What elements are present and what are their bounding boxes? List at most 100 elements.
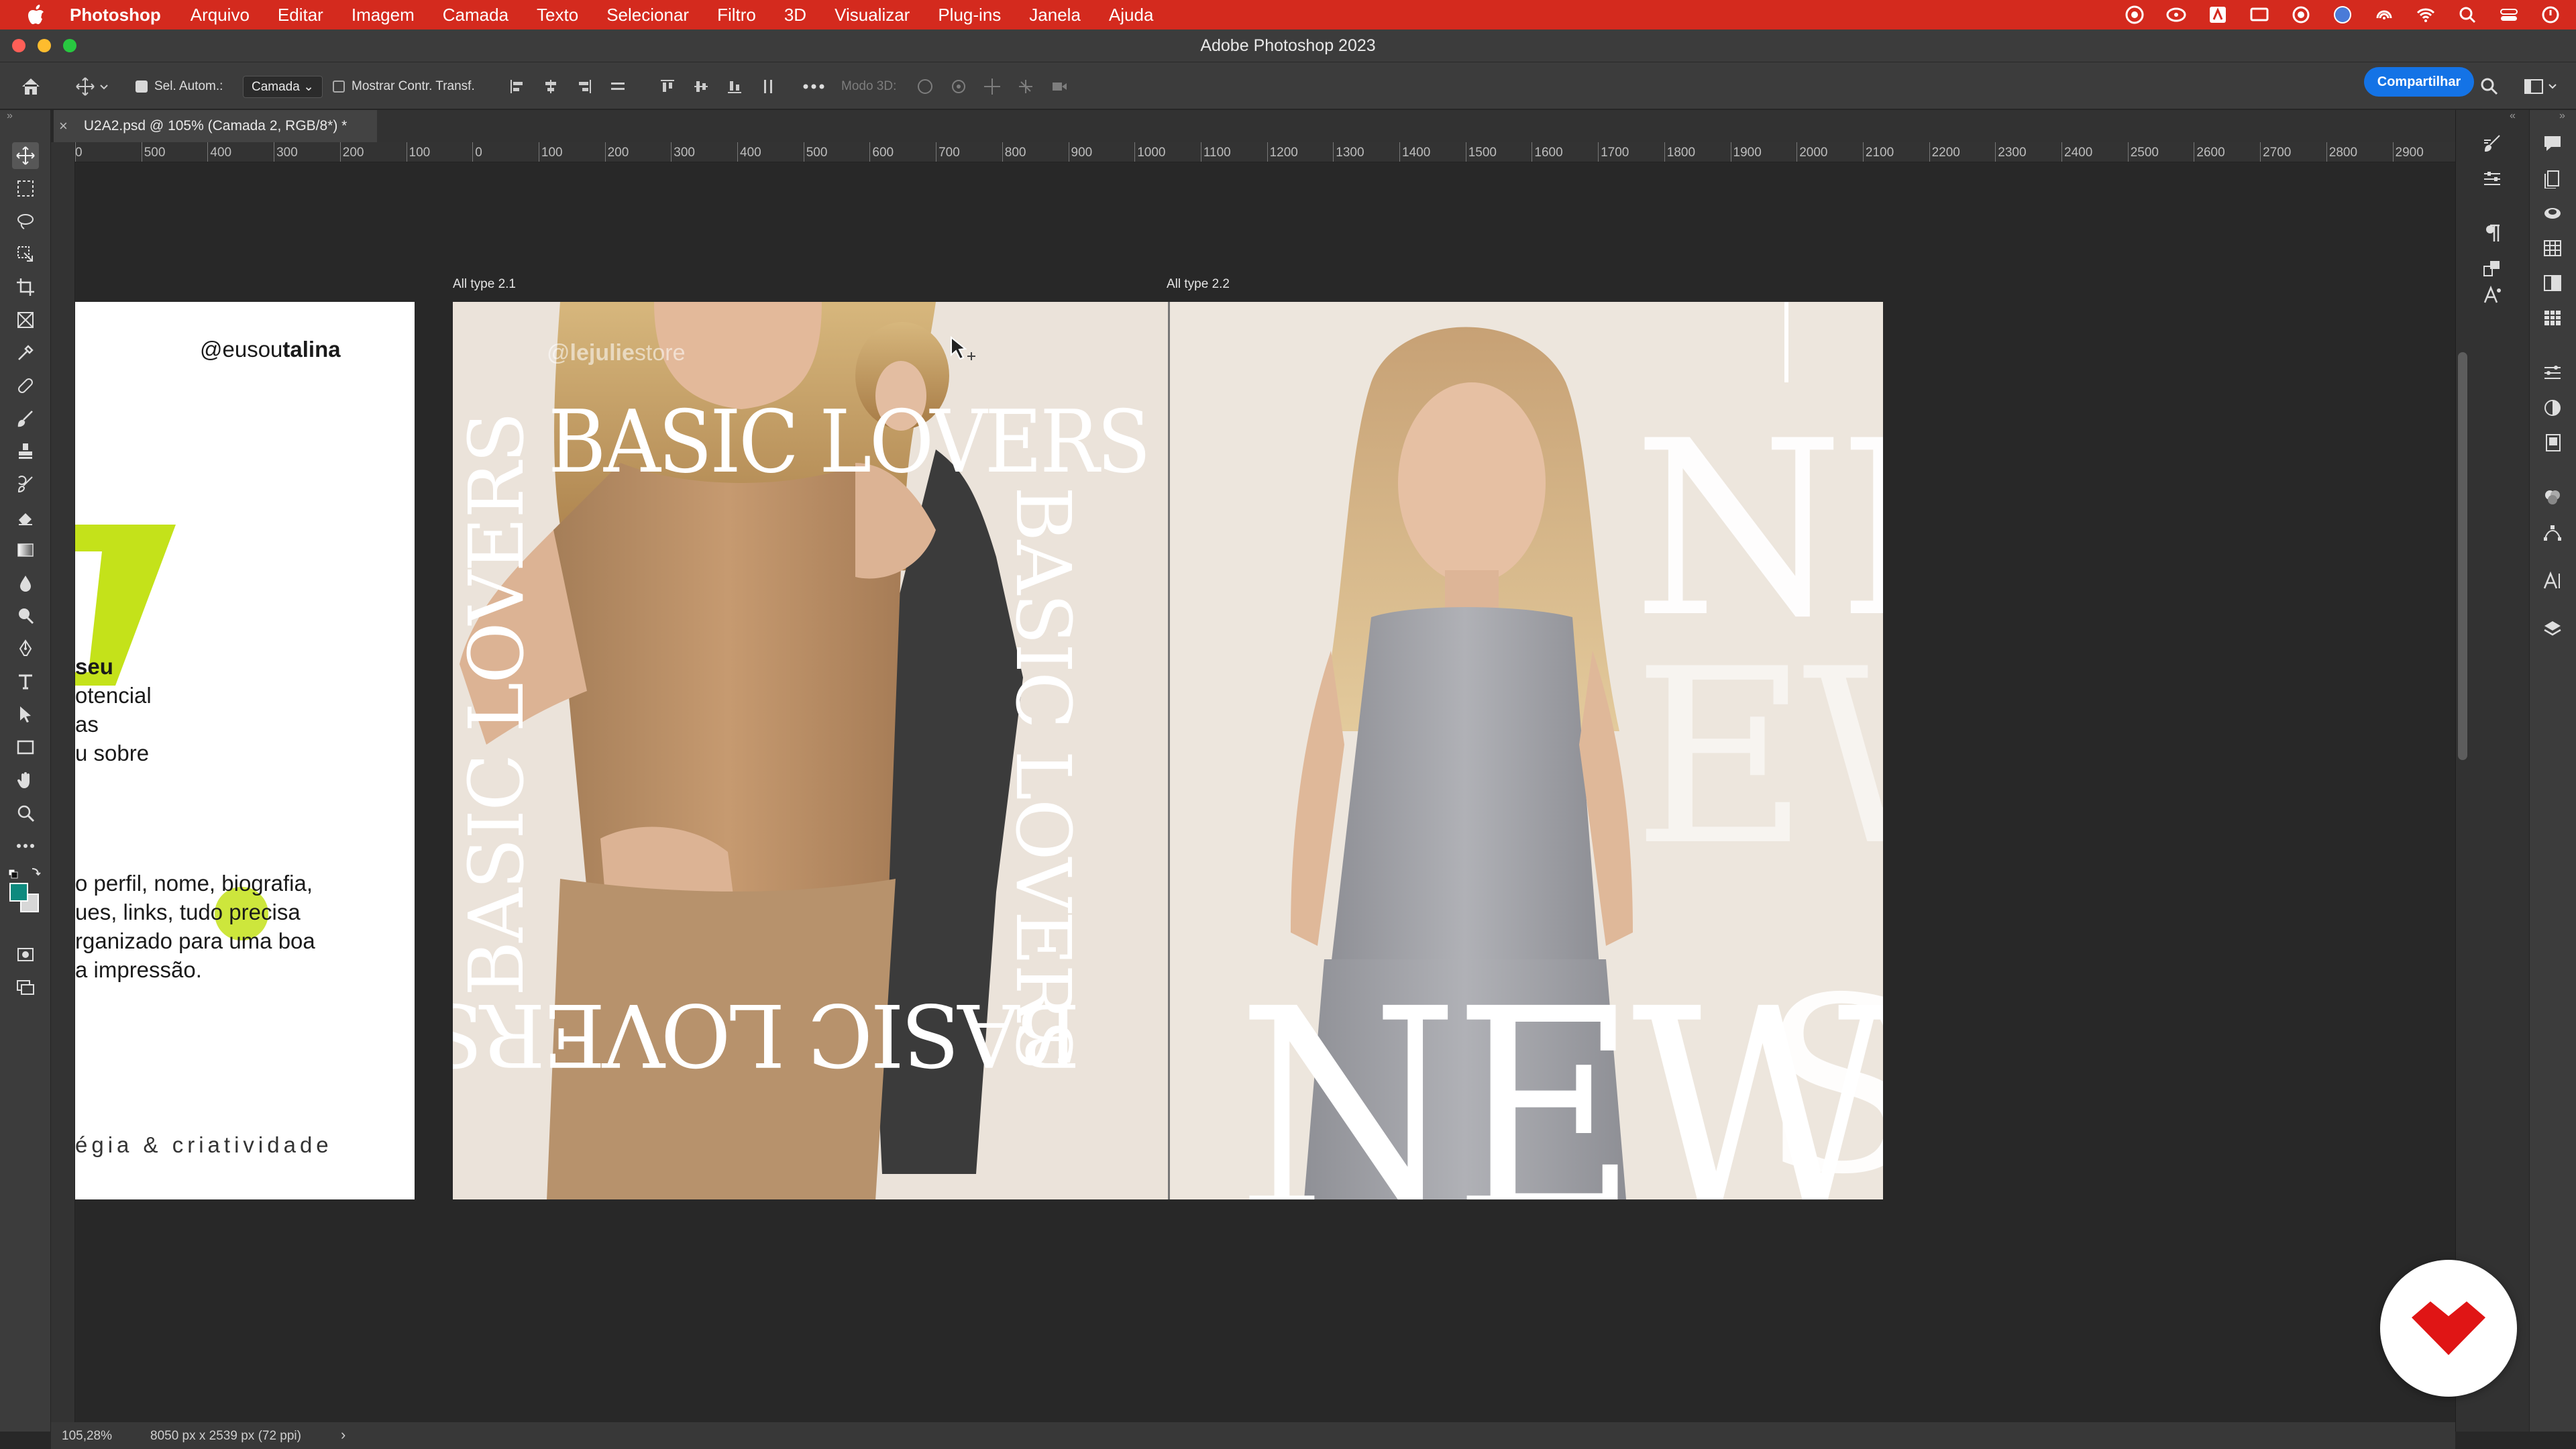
collapse-panel-icon[interactable]: » xyxy=(7,110,13,122)
menu-texto[interactable]: Texto xyxy=(537,5,578,25)
move-tool-icon[interactable] xyxy=(12,142,39,169)
align-right-icon[interactable] xyxy=(574,76,594,97)
workspace-icon[interactable] xyxy=(2524,74,2561,99)
swatches-icon[interactable] xyxy=(2539,305,2566,331)
pan-3d-icon[interactable] xyxy=(982,76,1002,97)
show-transform-controls-checkbox[interactable]: Mostrar Contr. Transf. xyxy=(333,74,475,99)
spotlight-search-icon[interactable] xyxy=(2455,3,2479,27)
character-styles-icon[interactable] xyxy=(2479,282,2506,309)
properties-icon[interactable] xyxy=(2539,360,2566,386)
color-swatches[interactable] xyxy=(9,883,40,914)
history-icon[interactable] xyxy=(2539,165,2566,192)
comments-icon[interactable] xyxy=(2539,130,2566,157)
collapse-panels-icon[interactable]: « xyxy=(2510,110,2516,122)
zoom-window-button[interactable] xyxy=(63,39,76,52)
menu-plugins[interactable]: Plug-ins xyxy=(938,5,1001,25)
object-selection-tool-icon[interactable] xyxy=(12,241,39,268)
zoom-level[interactable]: 105,28% xyxy=(62,1429,112,1444)
share-button[interactable]: Compartilhar xyxy=(2364,67,2474,97)
more-tools-icon[interactable] xyxy=(12,833,39,859)
pen-tool-icon[interactable] xyxy=(12,635,39,662)
orbit-3d-icon[interactable] xyxy=(915,76,935,97)
character-icon[interactable] xyxy=(2539,568,2566,594)
home-icon[interactable] xyxy=(20,74,42,99)
clone-stamp-tool-icon[interactable] xyxy=(12,438,39,465)
distribute-icon[interactable] xyxy=(608,76,628,97)
airdrop-icon[interactable] xyxy=(2372,3,2396,27)
menu-editar[interactable]: Editar xyxy=(278,5,323,25)
align-bottom-icon[interactable] xyxy=(724,76,745,97)
paragraph-icon[interactable] xyxy=(2479,220,2506,247)
move-tool-preset-icon[interactable] xyxy=(75,74,110,99)
channels-icon[interactable] xyxy=(2539,484,2566,511)
frame-tool-icon[interactable] xyxy=(12,307,39,333)
3d-icon[interactable] xyxy=(2539,200,2566,227)
align-top-icon[interactable] xyxy=(657,76,678,97)
artboard-all-type-2-1[interactable]: @lejuliestore BASIC LOVERS BASIC LOVERS … xyxy=(453,302,1168,1199)
gradient-tool-icon[interactable] xyxy=(12,537,39,564)
sync-icon[interactable] xyxy=(2164,3,2188,27)
siri-icon[interactable] xyxy=(2538,3,2563,27)
auto-select-check-box[interactable] xyxy=(136,80,148,93)
adobe-icon[interactable] xyxy=(2206,3,2230,27)
align-center-h-icon[interactable] xyxy=(541,76,561,97)
menu-arquivo[interactable]: Arquivo xyxy=(191,5,250,25)
apple-icon[interactable] xyxy=(23,5,50,25)
crop-tool-icon[interactable] xyxy=(12,274,39,301)
quick-mask-icon[interactable] xyxy=(12,941,39,968)
rectangle-tool-icon[interactable] xyxy=(12,734,39,761)
canvas-area[interactable]: @eusoutalina seu otencial as u sobre o p… xyxy=(75,163,2455,1432)
distribute-vertical-icon[interactable] xyxy=(758,76,778,97)
dodge-tool-icon[interactable] xyxy=(12,602,39,629)
zoom-tool-icon[interactable] xyxy=(12,800,39,826)
layers-icon[interactable] xyxy=(2539,616,2566,643)
type-tool-icon[interactable] xyxy=(12,668,39,695)
menu-filtro[interactable]: Filtro xyxy=(717,5,756,25)
libraries-icon[interactable] xyxy=(2539,429,2566,456)
scale-3d-icon[interactable] xyxy=(1049,76,1069,97)
close-document-icon[interactable]: × xyxy=(59,117,68,135)
menu-app-name[interactable]: Photoshop xyxy=(70,5,161,25)
document-tab[interactable]: × U2A2.psd @ 105% (Camada 2, RGB/8*) * xyxy=(54,110,377,142)
search-icon[interactable] xyxy=(2479,74,2500,99)
table-icon[interactable] xyxy=(2539,235,2566,262)
eraser-tool-icon[interactable] xyxy=(12,504,39,531)
adjustments-icon[interactable] xyxy=(2539,394,2566,421)
brush-tool-icon[interactable] xyxy=(12,405,39,432)
artboard-label-2-1[interactable]: All type 2.1 xyxy=(453,277,516,292)
transform-check-box[interactable] xyxy=(333,80,345,93)
close-window-button[interactable] xyxy=(12,39,25,52)
creative-cloud-icon[interactable] xyxy=(2123,3,2147,27)
artboard-all-type-2-2[interactable]: NEWS NE EW S xyxy=(1168,302,1883,1199)
artboard-label-2-2[interactable]: All type 2.2 xyxy=(1167,277,1230,292)
auto-select-checkbox[interactable]: Sel. Autom.: xyxy=(136,74,223,99)
layer-dropdown[interactable]: Camada ⌄ xyxy=(243,74,323,99)
gradients-icon[interactable] xyxy=(2539,270,2566,297)
artboard-left[interactable]: @eusoutalina seu otencial as u sobre o p… xyxy=(75,302,415,1199)
paths-icon[interactable] xyxy=(2539,519,2566,546)
marquee-tool-icon[interactable] xyxy=(12,175,39,202)
menu-janela[interactable]: Janela xyxy=(1029,5,1081,25)
minimize-window-button[interactable] xyxy=(38,39,51,52)
menu-imagem[interactable]: Imagem xyxy=(352,5,415,25)
menu-ajuda[interactable]: Ajuda xyxy=(1109,5,1154,25)
record-icon[interactable] xyxy=(2289,3,2313,27)
menu-3d[interactable]: 3D xyxy=(784,5,806,25)
horizontal-ruler[interactable]: 0 500 400 300 200 100 0 100 200 300 400 500 600 700 80… xyxy=(75,142,2455,162)
control-center-icon[interactable] xyxy=(2497,3,2521,27)
slide-3d-icon[interactable] xyxy=(1016,76,1036,97)
align-left-icon[interactable] xyxy=(507,76,527,97)
eyedropper-tool-icon[interactable] xyxy=(12,339,39,366)
brush-settings-icon[interactable] xyxy=(2479,130,2506,157)
history-brush-tool-icon[interactable] xyxy=(12,471,39,498)
align-middle-icon[interactable] xyxy=(691,76,711,97)
globe-icon[interactable] xyxy=(2330,3,2355,27)
vertical-scrollbar[interactable] xyxy=(2458,352,2467,760)
glyphs-icon[interactable] xyxy=(2479,255,2506,282)
menu-visualizar[interactable]: Visualizar xyxy=(835,5,910,25)
adjustments-sliders-icon[interactable] xyxy=(2479,165,2506,192)
roll-3d-icon[interactable] xyxy=(949,76,969,97)
screen-icon[interactable] xyxy=(2247,3,2271,27)
lasso-tool-icon[interactable] xyxy=(12,208,39,235)
default-colors-icon[interactable] xyxy=(8,867,43,879)
